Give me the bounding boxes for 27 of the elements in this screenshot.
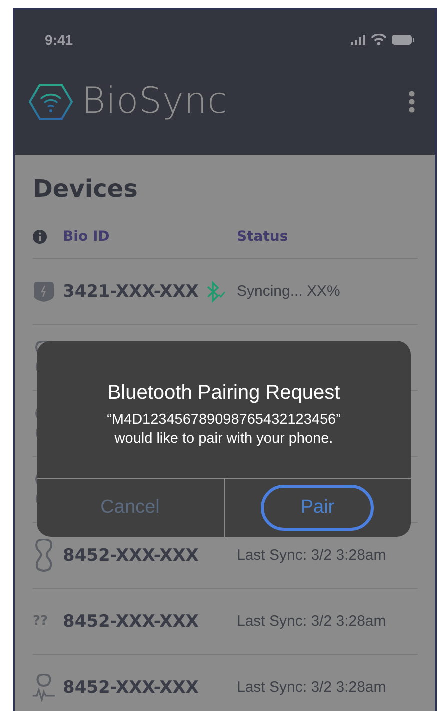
dialog-title: Bluetooth Pairing Request [108, 382, 340, 405]
dialog-button[interactable]: Cancel [74, 485, 187, 531]
sync-status: Last Sync: 3/2 3:28am [237, 613, 388, 630]
sync-status: Last Sync: 3/2 3:28am [237, 547, 388, 564]
bio-id: 8452-XXX-XXX [63, 612, 199, 632]
dialog-button[interactable]: Pair [261, 485, 374, 531]
wifi-icon [371, 34, 387, 46]
sync-status: Syncing... XX% [237, 283, 342, 300]
unknown-icon: ?? [33, 614, 48, 629]
shield-icon [33, 280, 55, 303]
bio-id: 3421-XXX-XXX [63, 282, 199, 302]
heart-rate-icon [33, 674, 55, 702]
device-name: “M4D123456789098765432123456” [107, 411, 341, 430]
dialog-message: would like to pair with your phone. [114, 430, 334, 449]
more-menu-icon[interactable] [409, 90, 415, 112]
column-header: Status [237, 228, 290, 244]
sync-status: Last Sync: 3/2 3:28am [237, 679, 388, 696]
section-title: Devices [33, 175, 139, 203]
status-time: 9:41 [45, 32, 74, 48]
logo-icon [28, 82, 74, 120]
battery-icon [392, 35, 415, 45]
bio-id: 8452-XXX-XXX [63, 678, 199, 698]
column-header: Bio ID [63, 228, 111, 244]
app-title: BioSync [82, 81, 229, 122]
info-icon [33, 230, 47, 244]
bio-id: 8452-XXX-XXX [63, 546, 199, 566]
signal-icon [351, 35, 366, 45]
